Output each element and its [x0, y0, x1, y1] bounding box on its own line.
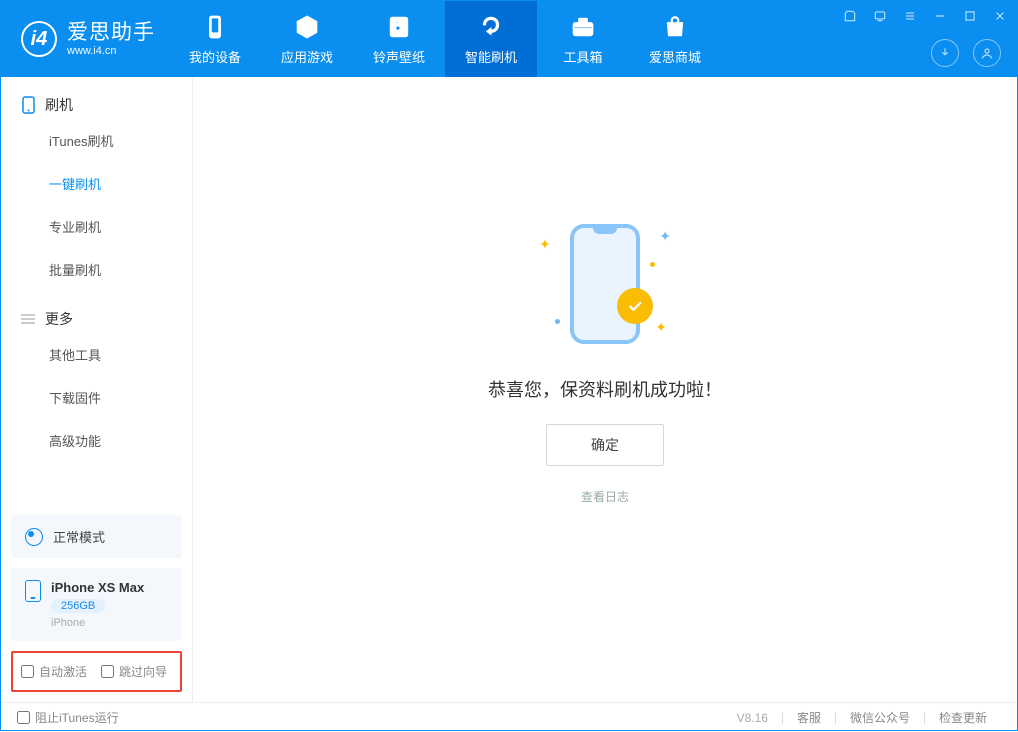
- sidebar-item-advanced[interactable]: 高级功能: [1, 419, 192, 462]
- wechat-link[interactable]: 微信公众号: [836, 709, 924, 726]
- device-mode-label: 正常模式: [53, 527, 105, 546]
- menu-icon[interactable]: [901, 7, 919, 25]
- auto-activate-checkbox[interactable]: 自动激活: [21, 663, 87, 680]
- nav-label: 工具箱: [563, 47, 602, 66]
- app-logo-icon: i4: [21, 21, 57, 57]
- phone-outline-icon: [21, 98, 35, 112]
- sidebar-item-itunes-flash[interactable]: iTunes刷机: [1, 119, 192, 162]
- sparkle-icon: ✦: [659, 228, 671, 245]
- confirm-button[interactable]: 确定: [546, 424, 664, 466]
- skip-guide-checkbox[interactable]: 跳过向导: [101, 663, 167, 680]
- header-actions: [931, 39, 1001, 67]
- sparkle-icon: ✦: [655, 319, 667, 336]
- nav-label: 我的设备: [189, 47, 241, 66]
- device-phone-icon: [25, 580, 41, 602]
- sidebar-item-oneclick-flash[interactable]: 一键刷机: [1, 162, 192, 205]
- flash-options-box: 自动激活 跳过向导: [11, 651, 182, 692]
- nav-my-device[interactable]: 我的设备: [169, 1, 261, 77]
- check-update-link[interactable]: 检查更新: [925, 709, 1001, 726]
- logo-title: 爱思助手: [67, 21, 155, 44]
- footer-bar: 阻止iTunes运行 V8.16 客服 微信公众号 检查更新: [1, 702, 1017, 732]
- window-controls: [841, 7, 1009, 25]
- store-icon: [661, 13, 689, 41]
- block-itunes-checkbox[interactable]: 阻止iTunes运行: [17, 709, 119, 726]
- block-itunes-input[interactable]: [17, 711, 30, 724]
- device-info-card[interactable]: iPhone XS Max 256GB iPhone: [11, 568, 182, 641]
- nav-apps-games[interactable]: 应用游戏: [261, 1, 353, 77]
- auto-activate-label: 自动激活: [39, 663, 87, 680]
- dot-icon: [650, 262, 655, 267]
- device-name: iPhone XS Max: [51, 580, 144, 595]
- toolbox-icon: [569, 13, 597, 41]
- logo-area: i4 爱思助手 www.i4.cn: [1, 21, 169, 57]
- feedback-icon[interactable]: [871, 7, 889, 25]
- nav-label: 应用游戏: [281, 47, 333, 66]
- menu-lines-icon: [21, 312, 35, 326]
- sidebar-header-label: 刷机: [45, 95, 73, 115]
- skip-guide-input[interactable]: [101, 665, 114, 678]
- nav-tabs: 我的设备 应用游戏 铃声壁纸 智能刷机 工具箱: [169, 1, 721, 77]
- nav-smart-flash[interactable]: 智能刷机: [445, 1, 537, 77]
- sidebar-item-batch-flash[interactable]: 批量刷机: [1, 248, 192, 291]
- sidebar-group-flash: 刷机 iTunes刷机 一键刷机 专业刷机 批量刷机: [1, 77, 192, 291]
- sidebar-item-download-firmware[interactable]: 下载固件: [1, 376, 192, 419]
- skin-icon[interactable]: [841, 7, 859, 25]
- nav-ringtone-wallpaper[interactable]: 铃声壁纸: [353, 1, 445, 77]
- support-link[interactable]: 客服: [783, 709, 835, 726]
- minimize-icon[interactable]: [931, 7, 949, 25]
- mode-indicator-icon: [25, 528, 43, 546]
- block-itunes-label: 阻止iTunes运行: [35, 709, 119, 726]
- device-mode-card[interactable]: 正常模式: [11, 515, 182, 558]
- sidebar-item-other-tools[interactable]: 其他工具: [1, 333, 192, 376]
- phone-illustration-icon: [570, 224, 640, 344]
- body-container: 刷机 iTunes刷机 一键刷机 专业刷机 批量刷机 更多 其他工具 下载固件 …: [1, 77, 1017, 702]
- sidebar-item-pro-flash[interactable]: 专业刷机: [1, 205, 192, 248]
- cube-icon: [293, 13, 321, 41]
- success-message: 恭喜您，保资料刷机成功啦！: [488, 376, 722, 402]
- version-label: V8.16: [723, 711, 782, 725]
- sidebar-header-flash: 刷机: [1, 95, 192, 119]
- device-icon: [201, 13, 229, 41]
- header-bar: i4 爱思助手 www.i4.cn 我的设备 应用游戏 铃声壁纸: [1, 1, 1017, 77]
- sparkle-icon: ✦: [539, 236, 551, 253]
- logo-subtitle: www.i4.cn: [67, 45, 155, 57]
- close-icon[interactable]: [991, 7, 1009, 25]
- refresh-shield-icon: [477, 13, 505, 41]
- sidebar: 刷机 iTunes刷机 一键刷机 专业刷机 批量刷机 更多 其他工具 下载固件 …: [1, 77, 193, 702]
- main-content: ✦ ✦ ✦ 恭喜您，保资料刷机成功啦！ 确定 查看日志: [193, 77, 1017, 702]
- sidebar-header-more: 更多: [1, 309, 192, 333]
- nav-label: 爱思商城: [649, 47, 701, 66]
- download-button[interactable]: [931, 39, 959, 67]
- music-icon: [385, 13, 413, 41]
- sidebar-header-label: 更多: [45, 309, 73, 329]
- sidebar-group-more: 更多 其他工具 下载固件 高级功能: [1, 291, 192, 462]
- auto-activate-input[interactable]: [21, 665, 34, 678]
- maximize-icon[interactable]: [961, 7, 979, 25]
- nav-label: 铃声壁纸: [373, 47, 425, 66]
- dot-icon: [555, 319, 560, 324]
- account-button[interactable]: [973, 39, 1001, 67]
- success-illustration: ✦ ✦ ✦: [525, 214, 685, 354]
- check-success-icon: [617, 288, 653, 324]
- skip-guide-label: 跳过向导: [119, 663, 167, 680]
- nav-toolbox[interactable]: 工具箱: [537, 1, 629, 77]
- nav-store[interactable]: 爱思商城: [629, 1, 721, 77]
- device-type: iPhone: [51, 617, 144, 629]
- view-log-link[interactable]: 查看日志: [581, 488, 629, 505]
- nav-label: 智能刷机: [465, 47, 517, 66]
- device-storage-badge: 256GB: [51, 599, 105, 613]
